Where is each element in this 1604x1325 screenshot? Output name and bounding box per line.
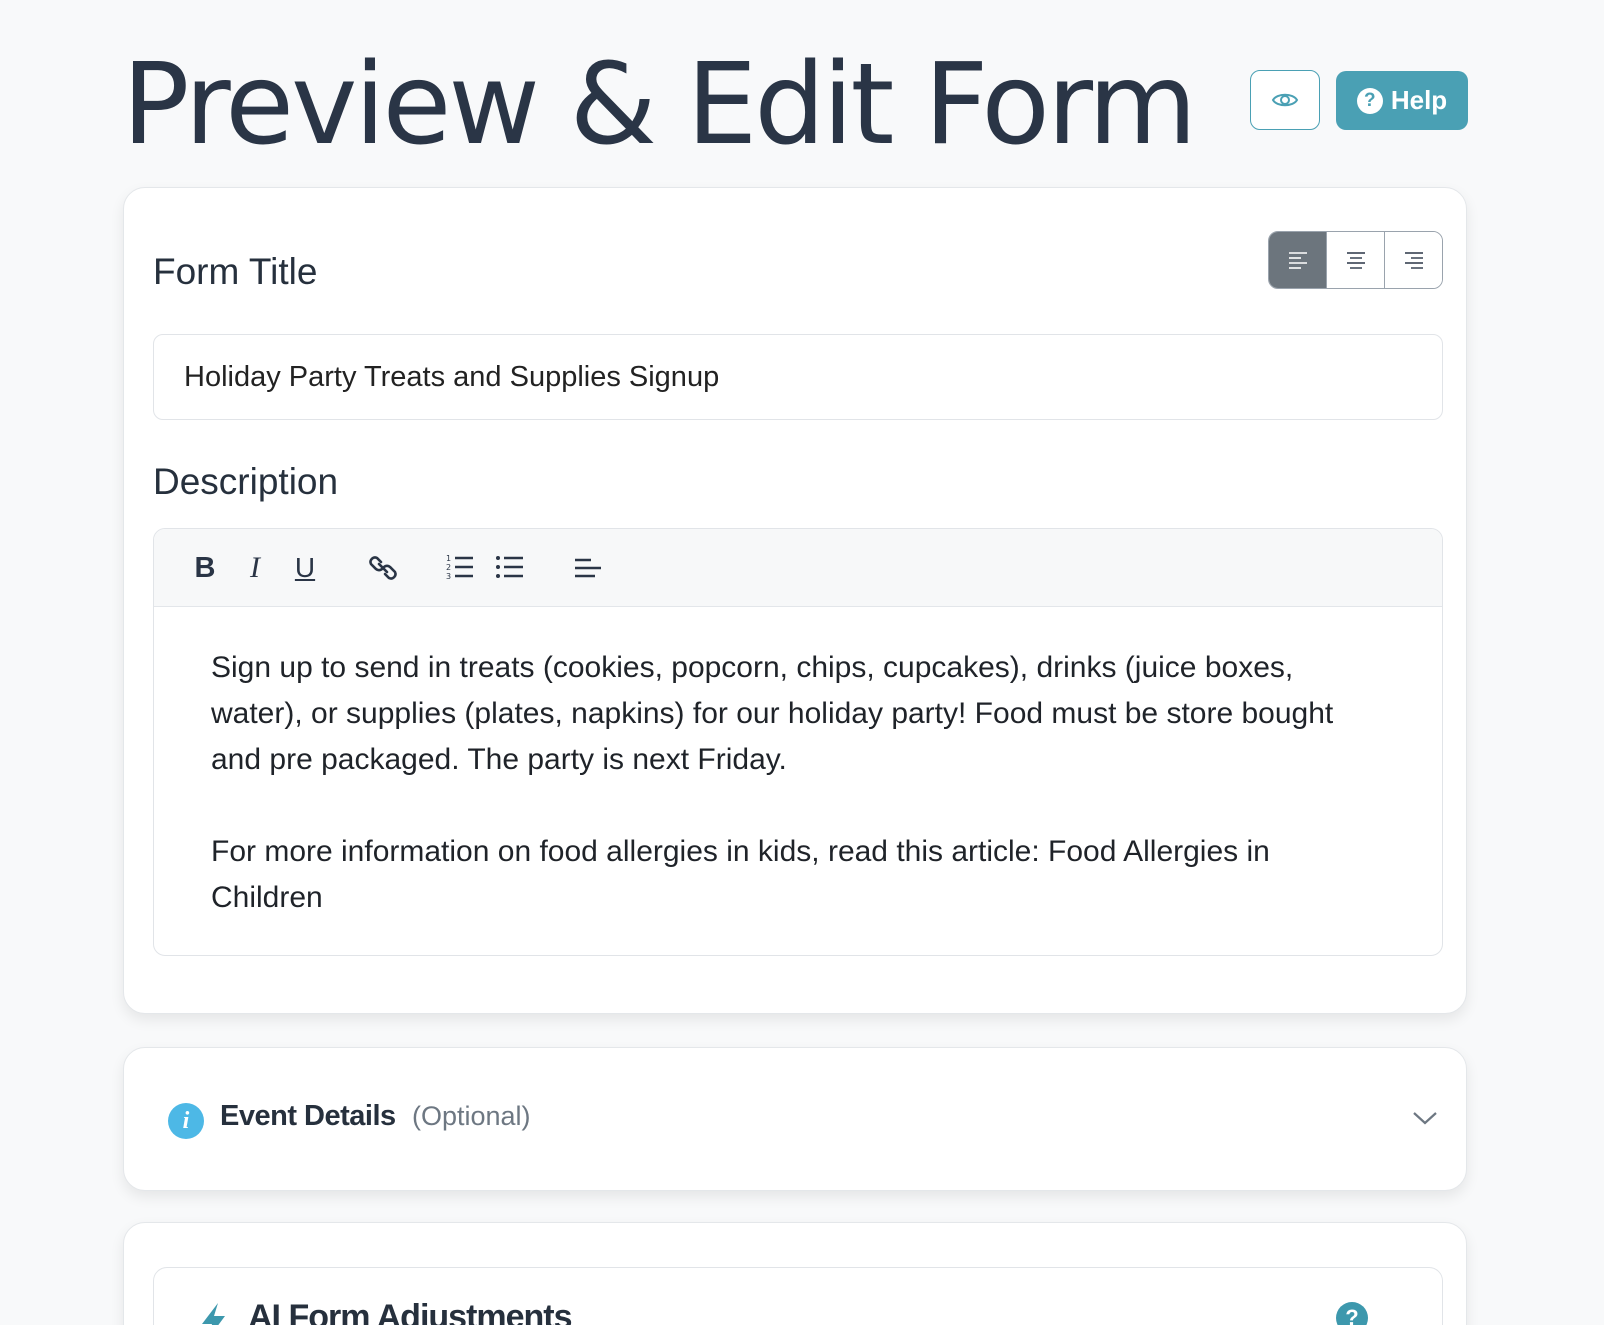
- ai-adjustments-card: AI Form Adjustments ?: [123, 1222, 1467, 1325]
- chevron-down-icon[interactable]: [1411, 1108, 1439, 1128]
- form-card: Form Title Holiday Party Treats and Supp…: [123, 187, 1467, 1014]
- text-align-button[interactable]: [572, 551, 604, 585]
- ordered-list-icon: 123: [446, 554, 473, 581]
- align-right-button[interactable]: [1385, 232, 1442, 288]
- info-icon: i: [168, 1103, 204, 1139]
- description-paragraph: Sign up to send in treats (cookies, popc…: [211, 651, 1334, 776]
- align-center-button[interactable]: [1327, 232, 1385, 288]
- unordered-list-button[interactable]: [494, 551, 526, 585]
- lightning-icon: [202, 1303, 225, 1325]
- page-title: Preview & Edit Form: [122, 40, 1197, 170]
- svg-text:3: 3: [446, 572, 451, 581]
- align-left-icon: [1288, 252, 1307, 269]
- ordered-list-button[interactable]: 123: [444, 551, 476, 585]
- event-details-card[interactable]: i Event Details (Optional): [123, 1047, 1467, 1191]
- help-button-label: Help: [1390, 85, 1448, 115]
- editor-toolbar: B I U 123: [154, 529, 1442, 607]
- unordered-list-icon: [496, 556, 523, 578]
- description-editor: B I U 123 Sign up to send in treats (coo…: [153, 528, 1443, 956]
- align-center-icon: [1346, 252, 1365, 269]
- question-circle-icon: ?: [1356, 87, 1383, 114]
- align-right-icon: [1404, 252, 1423, 269]
- link-icon: [369, 556, 397, 580]
- question-circle-icon[interactable]: ?: [1336, 1302, 1368, 1325]
- title-alignment-group: [1268, 231, 1443, 289]
- form-title-input[interactable]: Holiday Party Treats and Supplies Signup: [153, 334, 1443, 420]
- form-title-label: Form Title: [153, 251, 318, 292]
- svg-text:2: 2: [446, 563, 451, 572]
- italic-button[interactable]: I: [240, 551, 270, 585]
- preview-button[interactable]: [1250, 70, 1320, 130]
- align-left-button[interactable]: [1269, 232, 1327, 288]
- description-paragraph: For more information on food allergies i…: [211, 835, 1270, 914]
- page: Preview & Edit Form ? Help Form Title Ho…: [0, 0, 1604, 1325]
- eye-icon: [1271, 93, 1299, 107]
- svg-text:1: 1: [446, 554, 451, 563]
- event-details-title: Event Details: [220, 1100, 396, 1132]
- ai-adjustments-title: AI Form Adjustments: [248, 1298, 573, 1325]
- align-left-icon: [575, 558, 601, 578]
- description-content[interactable]: Sign up to send in treats (cookies, popc…: [154, 607, 1442, 921]
- description-label: Description: [153, 461, 339, 502]
- ai-adjustments-panel: AI Form Adjustments ?: [153, 1267, 1443, 1325]
- help-button[interactable]: ? Help: [1336, 71, 1468, 130]
- bold-button[interactable]: B: [190, 551, 220, 585]
- link-button[interactable]: [366, 551, 400, 585]
- underline-button[interactable]: U: [290, 551, 320, 585]
- optional-label: (Optional): [412, 1101, 531, 1131]
